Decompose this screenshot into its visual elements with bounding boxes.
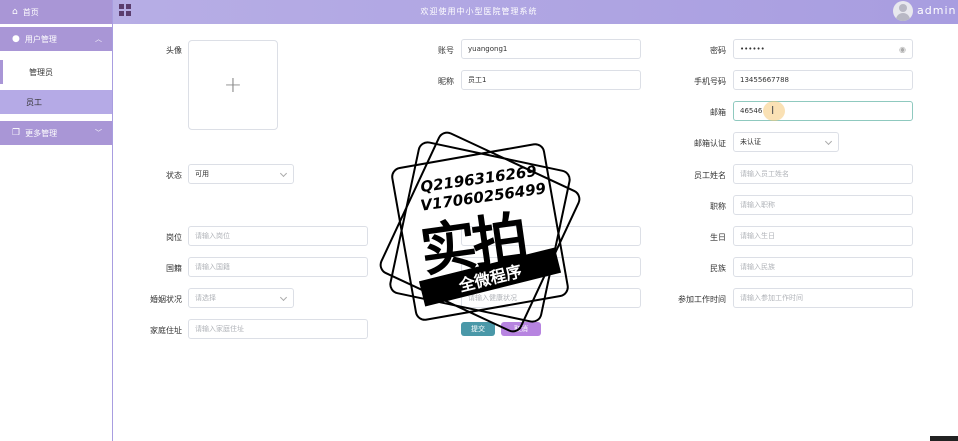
- address-input[interactable]: 请输入家庭住址: [188, 319, 368, 339]
- address-label: 家庭住址: [150, 326, 182, 335]
- submit-button[interactable]: 提交: [461, 322, 495, 336]
- name-label: 员工姓名: [694, 171, 726, 180]
- watermark-qq: Q2196316269: [419, 161, 538, 197]
- chevron-down-icon: [279, 293, 288, 302]
- sidebar-item-more-mgmt-label: 更多管理: [25, 128, 58, 138]
- chevron-down-icon: ﹀: [95, 129, 102, 137]
- star-icon: ★: [426, 288, 439, 304]
- middle-input-1[interactable]: [461, 226, 641, 246]
- user-avatar[interactable]: [893, 1, 913, 21]
- marital-label: 婚姻状况: [150, 295, 182, 304]
- top-bar: 欢迎使用中小型医院管理系统 admin: [0, 0, 958, 24]
- phone-label: 手机号码: [694, 77, 726, 86]
- avatar-upload[interactable]: +: [188, 40, 278, 130]
- sidebar: ⌂ 首页 ● 用户管理 ︿ 管理员 员工 ❐ 更多管理 ﹀: [0, 0, 113, 441]
- nickname-label: 昵称: [438, 77, 454, 86]
- sidebar-item-user-mgmt-label: 用户管理: [24, 34, 57, 44]
- chevron-up-icon: ︿: [95, 35, 102, 43]
- sidebar-item-admin[interactable]: 管理员: [0, 60, 112, 84]
- sidebar-item-user-mgmt[interactable]: ● 用户管理 ︿: [0, 27, 112, 51]
- avatar-label: 头像: [166, 46, 182, 55]
- email-input[interactable]: 46546: [733, 101, 913, 121]
- title-label: 职称: [710, 202, 726, 211]
- birthday-input[interactable]: 请输入生日: [733, 226, 913, 246]
- sidebar-item-more-mgmt[interactable]: ❐ 更多管理 ﹀: [0, 121, 112, 145]
- work-time-label: 参加工作时间: [678, 295, 726, 304]
- marital-placeholder: 请选择: [195, 294, 216, 302]
- ethnicity-label: 民族: [710, 264, 726, 273]
- password-value: ••••••: [740, 45, 765, 53]
- eye-icon[interactable]: ◉: [899, 45, 906, 54]
- password-input[interactable]: •••••• ◉: [733, 39, 913, 59]
- account-input[interactable]: yuangong1: [461, 39, 641, 59]
- sidebar-item-home[interactable]: ⌂ 首页: [0, 0, 112, 24]
- user-icon: ●: [12, 34, 20, 44]
- nickname-input[interactable]: 员工1: [461, 70, 641, 90]
- status-label: 状态: [166, 171, 182, 180]
- status-value: 可用: [195, 170, 209, 178]
- marital-select[interactable]: 请选择: [188, 288, 294, 308]
- sidebar-item-staff[interactable]: 员工: [0, 90, 112, 114]
- chevron-down-icon: [279, 169, 288, 178]
- password-label: 密码: [710, 46, 726, 55]
- work-time-input[interactable]: 请输入参加工作时间: [733, 288, 913, 308]
- email-verify-select[interactable]: 未认证: [733, 132, 839, 152]
- email-label: 邮箱: [710, 108, 726, 117]
- home-icon: ⌂: [12, 7, 18, 17]
- phone-input[interactable]: 13455667788: [733, 70, 913, 90]
- status-select[interactable]: 可用: [188, 164, 294, 184]
- text-cursor-icon: I: [771, 104, 775, 117]
- ethnicity-input[interactable]: 请输入民族: [733, 257, 913, 277]
- watermark-v: V17060256499: [419, 179, 548, 215]
- nationality-input[interactable]: 请输入国籍: [188, 257, 368, 277]
- account-label: 账号: [438, 46, 454, 55]
- cancel-button[interactable]: 取消: [501, 322, 541, 336]
- middle-input-2[interactable]: [461, 257, 641, 277]
- corner-bar: [930, 436, 958, 441]
- position-label: 岗位: [166, 233, 182, 242]
- email-verify-label: 邮箱认证: [694, 139, 726, 148]
- birthday-label: 生日: [710, 233, 726, 242]
- app-root: 欢迎使用中小型医院管理系统 admin ⌂ 首页 ● 用户管理 ︿ 管理员 员工…: [0, 0, 958, 441]
- copy-icon: ❐: [12, 128, 21, 138]
- title-input[interactable]: 请输入职称: [733, 195, 913, 215]
- system-title: 欢迎使用中小型医院管理系统: [420, 7, 538, 16]
- sidebar-item-home-label: 首页: [22, 7, 39, 17]
- name-input[interactable]: 请输入员工姓名: [733, 164, 913, 184]
- plus-icon: +: [223, 72, 243, 98]
- chevron-down-icon: [824, 137, 833, 146]
- email-verify-value: 未认证: [740, 138, 761, 146]
- username-label[interactable]: admin: [917, 4, 956, 17]
- position-input[interactable]: 请输入岗位: [188, 226, 368, 246]
- nationality-label: 国籍: [166, 264, 182, 273]
- health-input[interactable]: 请输入健康状况: [461, 288, 641, 308]
